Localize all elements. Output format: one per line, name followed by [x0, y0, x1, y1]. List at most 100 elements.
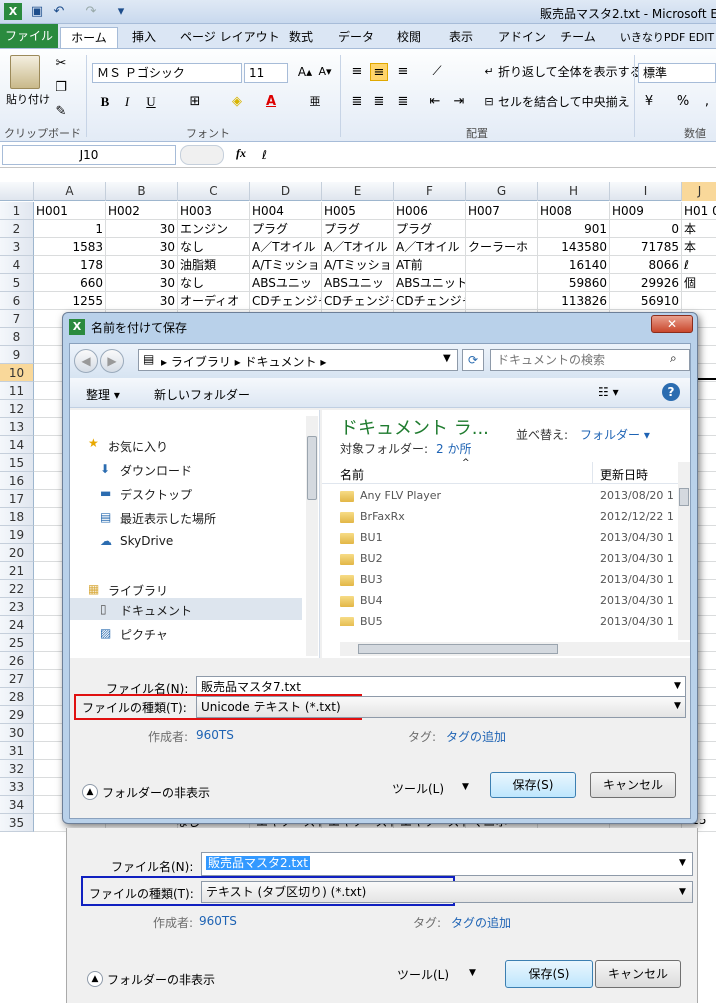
row-header-12[interactable]: 12	[0, 400, 34, 418]
filename-dropdown-icon[interactable]: ▼	[679, 858, 686, 868]
file-row[interactable]: BU4 2013/04/30 1	[322, 593, 678, 613]
tab-insert[interactable]: 挿入	[128, 27, 160, 48]
font-size-select[interactable]: 11	[244, 63, 288, 83]
cell-j6[interactable]	[682, 292, 716, 310]
underline-button[interactable]: U	[142, 93, 160, 111]
new-folder-button[interactable]: 新しいフォルダー	[154, 386, 250, 403]
file-row[interactable]: BU5 2013/04/30 1	[322, 614, 678, 626]
forward-icon[interactable]: ▶	[100, 349, 124, 373]
file-scrollbar[interactable]	[678, 462, 690, 640]
cell-i5[interactable]: 29926	[610, 274, 682, 292]
cell-b1[interactable]: H002	[106, 202, 178, 220]
cell-c5[interactable]: なし	[178, 274, 250, 292]
phonetic-icon[interactable]: 亜	[306, 93, 324, 111]
fill-color-icon[interactable]: ◈	[228, 93, 246, 111]
row-header-8[interactable]: 8	[0, 328, 34, 346]
align-top-icon[interactable]: ≡	[348, 63, 366, 81]
row-header-5[interactable]: 5	[0, 274, 34, 292]
row-header-6[interactable]: 6	[0, 292, 34, 310]
row-header-10[interactable]: 10	[0, 364, 34, 382]
collapse-icon[interactable]: ▲	[87, 971, 103, 987]
column-header-g[interactable]: G	[466, 182, 538, 201]
font-color-icon[interactable]: A	[262, 93, 280, 111]
number-format-select[interactable]: 標準	[638, 63, 716, 83]
cell-h5[interactable]: 59860	[538, 274, 610, 292]
file-row[interactable]: BrFaxRx 2012/12/22 1	[322, 509, 678, 529]
tab-home[interactable]: ホーム	[60, 27, 118, 49]
nav-scrollbar[interactable]	[306, 416, 318, 656]
format-painter-icon[interactable]: ✎	[52, 103, 70, 121]
cell-b4[interactable]: 30	[106, 256, 178, 274]
align-middle-icon[interactable]: ≡	[370, 63, 388, 81]
cell-g3[interactable]: クーラーホ	[466, 238, 538, 256]
cell-i6[interactable]: 56910	[610, 292, 682, 310]
organize-button[interactable]: 整理 ▾	[86, 386, 120, 403]
bold-button[interactable]: B	[96, 93, 114, 111]
row-header-27[interactable]: 27	[0, 670, 34, 688]
cell-a6[interactable]: 1255	[34, 292, 106, 310]
percent-icon[interactable]: %	[674, 93, 692, 111]
save-button[interactable]: 保存(S)	[505, 960, 593, 988]
cell-h6[interactable]: 113826	[538, 292, 610, 310]
hide-folders-button[interactable]: フォルダーの非表示	[107, 971, 215, 988]
increase-indent-icon[interactable]: ⇥	[450, 93, 468, 111]
row-header-18[interactable]: 18	[0, 508, 34, 526]
cell-a4[interactable]: 178	[34, 256, 106, 274]
tab-formulas[interactable]: 数式	[284, 27, 318, 48]
cell-a5[interactable]: 660	[34, 274, 106, 292]
row-header-31[interactable]: 31	[0, 742, 34, 760]
column-header-c[interactable]: C	[178, 182, 250, 201]
tab-addins[interactable]: アドイン	[498, 27, 546, 48]
cell-g1[interactable]: H007	[466, 202, 538, 220]
tag-add-link[interactable]: タグの追加	[446, 728, 506, 745]
column-header-b[interactable]: B	[106, 182, 178, 201]
column-date-header[interactable]: 更新日時	[600, 466, 648, 483]
row-header-3[interactable]: 3	[0, 238, 34, 256]
row-header-14[interactable]: 14	[0, 436, 34, 454]
formula-input[interactable]: ℓ	[256, 143, 716, 167]
row-header-13[interactable]: 13	[0, 418, 34, 436]
help-icon[interactable]: ?	[662, 383, 680, 401]
cell-b5[interactable]: 30	[106, 274, 178, 292]
view-options-icon[interactable]: ☷ ▾	[598, 385, 619, 399]
file-row[interactable]: BU3 2013/04/30 1	[322, 572, 678, 592]
cell-e2[interactable]: プラグ	[322, 220, 394, 238]
filetype-dropdown-icon[interactable]: ▼	[679, 887, 686, 897]
save-icon[interactable]: ▣	[28, 3, 46, 20]
cell-c2[interactable]: エンジン	[178, 220, 250, 238]
cell-d2[interactable]: プラグ	[250, 220, 322, 238]
row-header-30[interactable]: 30	[0, 724, 34, 742]
cell-g5[interactable]	[466, 274, 538, 292]
cell-j5[interactable]: 個	[682, 274, 716, 292]
filetype-select[interactable]: Unicode テキスト (*.txt)	[196, 696, 686, 718]
borders-icon[interactable]: ⊞	[186, 93, 204, 111]
tab-review[interactable]: 校閲	[394, 27, 424, 48]
tab-data[interactable]: データ	[338, 27, 374, 48]
refresh-icon[interactable]: ⟳	[462, 349, 484, 371]
row-header-34[interactable]: 34	[0, 796, 34, 814]
comma-style-icon[interactable]: ,	[698, 93, 716, 111]
filetype-dropdown-icon[interactable]: ▼	[674, 701, 681, 711]
search-input[interactable]	[490, 349, 690, 371]
italic-button[interactable]: I	[118, 93, 136, 111]
undo-icon[interactable]: ↶	[50, 3, 68, 20]
row-header-29[interactable]: 29	[0, 706, 34, 724]
customize-qat-icon[interactable]: ▾	[112, 3, 130, 20]
align-center-icon[interactable]: ≣	[370, 93, 388, 111]
nav-skydrive[interactable]: SkyDrive	[120, 534, 173, 548]
cell-e5[interactable]: ABSユニッ	[322, 274, 394, 292]
row-header-28[interactable]: 28	[0, 688, 34, 706]
wrap-text-icon[interactable]: ↵	[480, 63, 498, 81]
copy-icon[interactable]: ❐	[52, 79, 70, 97]
cell-j1[interactable]: H01 0	[682, 202, 716, 220]
breadcrumb-library[interactable]: ▸ ライブラリ ▸ ドキュメント ▸	[161, 353, 326, 370]
tab-pdf-edit[interactable]: いきなりPDF EDIT	[618, 27, 716, 48]
paste-button[interactable]: 貼り付け	[6, 91, 50, 109]
row-header-1[interactable]: 1	[0, 202, 34, 220]
merge-center-button[interactable]: セルを結合して中央揃え	[498, 93, 630, 111]
cell-j2[interactable]: 本	[682, 220, 716, 238]
cell-d6[interactable]: CDチェンジャ	[250, 292, 322, 310]
cell-c6[interactable]: オーディオ	[178, 292, 250, 310]
file-row[interactable]: Any FLV Player 2013/08/20 1	[322, 488, 678, 508]
redo-icon[interactable]: ↷	[82, 3, 100, 20]
